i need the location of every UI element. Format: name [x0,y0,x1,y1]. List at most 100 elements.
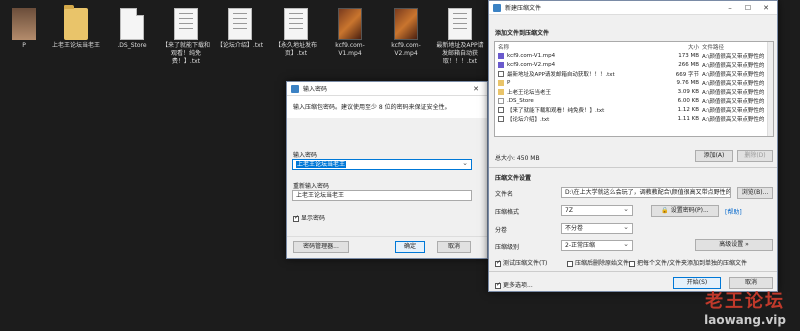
desktop-icon-address-txt[interactable]: 【永久地址发布页】.txt [272,8,320,58]
password-dialog-title: 输入密码 [303,86,328,93]
desktop-icon-p-folder[interactable]: P [0,8,48,50]
desktop-icon-label: kcf9.com-V2.mp4 [391,42,421,57]
test-archive-checkbox[interactable]: 测试压缩文件(T) [495,258,547,267]
password-dialog-titlebar[interactable]: 输入密码 ✕ [287,82,487,96]
help-link[interactable]: [帮助] [725,207,742,216]
close-icon[interactable]: ✕ [759,4,773,12]
maximize-icon[interactable]: ☐ [741,4,755,12]
divider [489,271,777,272]
desktop-icon-video-v2[interactable]: kcf9.com-V2.mp4 [382,8,430,58]
watermark-title: 老王论坛 [705,291,786,312]
file-row[interactable]: kcf9.com-V1.mp4 173 MB A:\颜值很高又带点野性的 [495,51,773,60]
lock-icon: 🔒 [661,207,669,214]
filename-label: 文件名 [495,191,514,198]
file-list-scrollbar[interactable] [767,42,773,136]
archive-dialog-title: 新建压缩文件 [505,5,542,12]
video-file-icon [498,52,504,59]
text-file-icon [448,8,472,40]
file-row[interactable]: .DS_Store 6.00 KB A:\颜值很高又带点野性的 [495,96,773,105]
split-select[interactable]: 不分卷 [561,223,633,234]
enter-password-label: 输入密码 [293,152,318,159]
file-list[interactable]: 名称 大小 文件路径 kcf9.com-V1.mp4 173 MB A:\颜值很高又… [494,41,774,137]
desktop-icon-laowang-folder[interactable]: 上老王论坛当老王 [52,5,101,50]
split-label: 分卷 [495,227,508,234]
folder-icon [64,5,88,40]
level-select[interactable]: 2-正常压缩 [561,240,633,251]
desktop-icon-label: P [22,42,26,49]
desktop-icon-label: 上老王论坛当老王 [52,42,101,49]
file-list-header: 名称 大小 文件路径 [495,42,773,51]
text-file-icon [498,115,504,122]
text-file-icon [498,70,504,77]
file-icon [120,8,144,40]
file-row[interactable]: P 9.76 MB A:\颜值很高又带点野性的 [495,78,773,87]
cancel-button[interactable]: 取消 [437,241,471,253]
desktop-icon-app-txt[interactable]: 最新地址及APP请发邮箱自动获取！！！.txt [436,8,484,66]
password-description: 输入压缩包密码。建议使用至少 8 位的密码来保证安全性。 [293,104,451,111]
desktop-icon-label: .DS_Store [117,42,147,49]
format-select[interactable]: 7Z [561,205,633,216]
video-thumbnail-icon [394,8,418,40]
file-row[interactable]: 【来了就能下载和观看！纯免费！】.txt 1.12 KB A:\颜值很高又带点野性的 [495,105,773,114]
browse-button[interactable]: 浏览(B)... [737,187,773,199]
desktop-icon-label: 【永久地址发布页】.txt [274,42,317,57]
archive-settings-section-title: 压缩文件设置 [495,175,532,182]
file-row[interactable]: 【论坛介绍】.txt 1.11 KB A:\颜值很高又带点野性的 [495,114,773,123]
set-password-button[interactable]: 🔒 设置密码(P)... [651,205,719,217]
desktop-icon-label: 【来了就能下载和观看！纯免费！】.txt [162,42,211,65]
password-manager-button[interactable]: 密码管理器... [293,241,349,253]
checkbox-icon [567,260,573,267]
show-password-checkbox[interactable]: 显示密码 [293,213,325,222]
desktop: P 上老王论坛当老王 .DS_Store 【来了就能下载和观看！纯免费！】.tx… [0,0,800,331]
total-size-text: 总大小: 450 MB [495,155,540,162]
filename-field[interactable]: D:\在上大学就这么会玩了，调教教配合\颜值很高又带点野性的 [561,187,731,198]
column-size[interactable]: 大小 [669,43,699,51]
lock-app-icon [291,84,299,93]
level-label: 压缩级别 [495,244,520,251]
more-options-checkbox[interactable]: 更多选项... [495,280,533,289]
video-file-icon [498,61,504,68]
ok-button[interactable]: 确定 [395,241,425,253]
desktop-icon-ds-store[interactable]: .DS_Store [108,8,156,50]
video-thumbnail-icon [338,8,362,40]
checkbox-checked-icon [293,214,299,222]
minimize-icon[interactable]: – [723,4,737,12]
desktop-icon-label: kcf9.com-V1.mp4 [335,42,365,57]
folder-icon [498,88,504,95]
reenter-password-field[interactable]: 上老王论坛当老王 [292,190,472,201]
archive-dialog-titlebar[interactable]: 新建压缩文件 – ☐ ✕ [489,1,777,15]
desktop-icon-label: 最新地址及APP请发邮箱自动获取！！！.txt [436,42,484,65]
checkbox-icon [629,260,635,267]
archive-app-icon [493,3,501,12]
file-row[interactable]: kcf9.com-V2.mp4 266 MB A:\颜值很高又带点野性的 [495,60,773,69]
text-file-icon [498,106,504,113]
checkbox-checked-icon [495,281,501,289]
delete-button[interactable]: 删除(D) [737,150,773,162]
desktop-icon-label: 【论坛介绍】.txt [216,42,264,49]
new-archive-dialog: 新建压缩文件 – ☐ ✕ 添加文件到压缩文件 名称 大小 文件路径 kcf9.c… [488,0,778,292]
divider [489,167,777,168]
desktop-icon-free-txt[interactable]: 【来了就能下载和观看！纯免费！】.txt [162,8,210,66]
column-path[interactable]: 文件路径 [699,43,773,51]
format-label: 压缩格式 [495,209,520,216]
add-button[interactable]: 添加(A) [695,150,733,162]
delete-after-checkbox[interactable]: 压缩后删除原始文件 [567,258,629,267]
file-row[interactable]: 最新地址及APP请发邮箱自动获取！！！.txt 669 字节 A:\颜值很高又带点野… [495,69,773,78]
desktop-icon-video-v1[interactable]: kcf9.com-V1.mp4 [326,8,374,58]
advanced-settings-button[interactable]: 高级设置 » [695,239,773,251]
add-files-section-title: 添加文件到压缩文件 [495,30,550,37]
password-dialog: 输入密码 ✕ 输入压缩包密码。建议使用至少 8 位的密码来保证安全性。 输入密码… [286,81,488,259]
enter-password-field[interactable]: 上老王论坛当老王 [292,159,472,170]
separate-archives-checkbox[interactable]: 把每个文件/文件夹添加到单独的压缩文件 [629,258,747,267]
watermark-url: laowang.vip [704,313,786,327]
file-icon [498,97,504,104]
photo-folder-icon [12,8,36,40]
close-icon[interactable]: ✕ [469,85,483,93]
site-watermark: 老王论坛 laowang.vip [704,287,786,327]
reenter-password-label: 重新输入密码 [293,183,330,190]
column-name[interactable]: 名称 [495,43,669,51]
folder-icon [498,79,504,86]
desktop-icon-intro-txt[interactable]: 【论坛介绍】.txt [216,8,264,50]
text-file-icon [284,8,308,40]
file-row[interactable]: 上老王论坛当老王 3.09 KB A:\颜值很高又带点野性的 [495,87,773,96]
